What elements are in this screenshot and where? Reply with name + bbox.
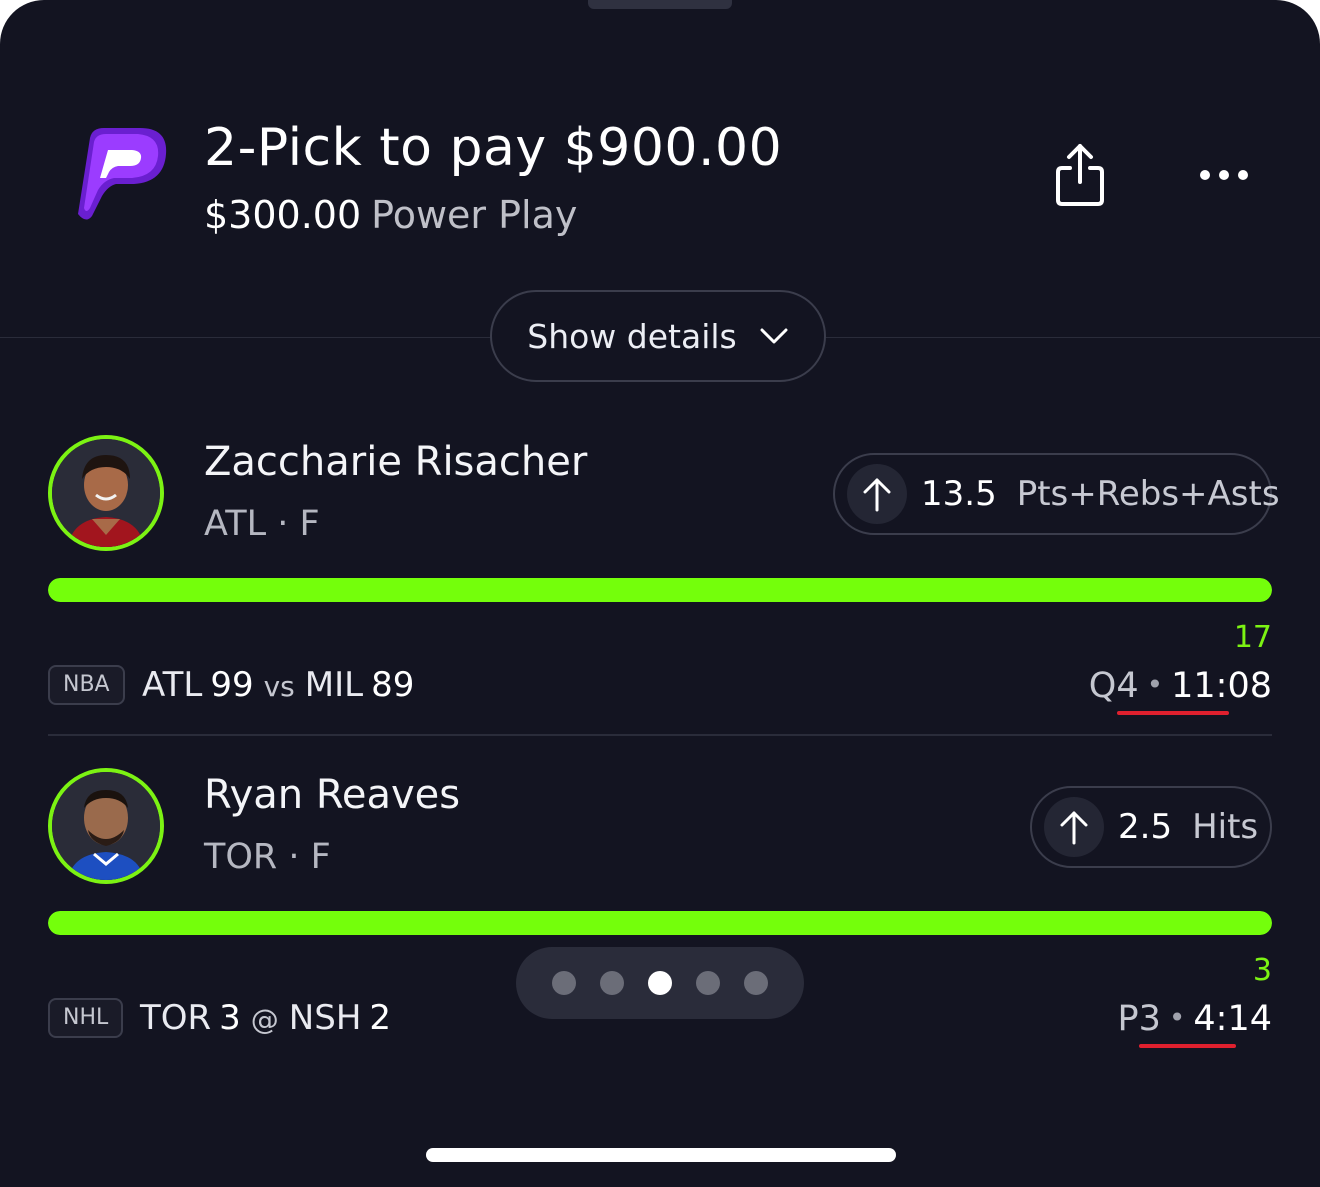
- matchup-separator: @: [250, 1003, 279, 1036]
- sheet-grabber[interactable]: [588, 0, 732, 9]
- away-score: 89: [371, 665, 415, 705]
- player-avatar: [48, 768, 164, 884]
- pick-line-value: 13.5: [921, 474, 997, 514]
- live-underline: [1117, 711, 1229, 715]
- pick-stat: Pts+Rebs+Asts: [1016, 474, 1280, 514]
- play-type: Power Play: [371, 193, 578, 237]
- player-name: Zaccharie Risacher: [204, 439, 588, 485]
- pick-line-pill[interactable]: 2.5 Hits: [1030, 786, 1272, 868]
- more-icon: [1200, 170, 1248, 180]
- clock-separator: •: [1146, 668, 1164, 701]
- show-details-button[interactable]: Show details: [490, 290, 826, 382]
- pick-line-pill[interactable]: 13.5 Pts+Rebs+Asts: [833, 453, 1280, 535]
- player-avatar: [48, 435, 164, 551]
- pick-divider: [48, 734, 1272, 736]
- arrow-up-icon: [1044, 797, 1104, 857]
- home-score: 3: [219, 998, 241, 1038]
- current-stat-value: 3: [1252, 953, 1272, 988]
- entry-summary: $300.00 Power Play: [204, 188, 577, 242]
- chevron-down-icon: [760, 328, 788, 344]
- matchup-separator: vs: [263, 670, 295, 703]
- page-title: 2-Pick to pay $900.00: [204, 118, 783, 178]
- home-team: TOR: [140, 998, 212, 1038]
- game-clock: Q4 • 11:08: [1089, 660, 1272, 711]
- show-details-label: Show details: [527, 316, 737, 356]
- progress-bar: [48, 911, 1272, 935]
- game-score: ATL 99 vs MIL 89: [142, 660, 414, 712]
- away-team: MIL: [304, 665, 364, 705]
- page-dot[interactable]: [648, 971, 672, 995]
- prizepicks-logo-icon: [68, 124, 172, 224]
- page-dot[interactable]: [600, 971, 624, 995]
- progress-bar: [48, 578, 1272, 602]
- pick-stat: Hits: [1192, 807, 1259, 847]
- game-time: 4:14: [1193, 999, 1272, 1039]
- pick-line-value: 2.5: [1118, 807, 1173, 847]
- arrow-up-icon: [847, 464, 907, 524]
- page-indicator: [516, 947, 804, 1019]
- entry-amount: $300.00: [204, 193, 362, 237]
- away-score: 2: [369, 998, 392, 1038]
- more-button[interactable]: [1194, 158, 1254, 192]
- league-badge: NBA: [48, 665, 125, 705]
- home-indicator[interactable]: [426, 1148, 896, 1162]
- progress-bar-fill: [48, 911, 1272, 935]
- live-underline: [1139, 1044, 1236, 1048]
- game-period: P3: [1117, 999, 1161, 1039]
- clock-separator: •: [1168, 1001, 1186, 1034]
- bottom-sheet: 2-Pick to pay $900.00 $300.00 Power Play …: [0, 0, 1320, 1187]
- home-team: ATL: [142, 665, 203, 705]
- player-team-position: ATL · F: [204, 504, 320, 544]
- away-team: NSH: [288, 998, 362, 1038]
- share-button[interactable]: [1050, 142, 1110, 208]
- player-team-position: TOR · F: [204, 837, 331, 877]
- home-score: 99: [210, 665, 254, 705]
- page-dot[interactable]: [552, 971, 576, 995]
- page-dot[interactable]: [696, 971, 720, 995]
- game-score: TOR 3 @ NSH 2: [140, 993, 391, 1045]
- progress-bar-fill: [48, 578, 1272, 602]
- share-icon: [1056, 144, 1104, 206]
- league-badge: NHL: [48, 998, 124, 1038]
- game-time: 11:08: [1171, 666, 1272, 706]
- page-dot[interactable]: [744, 971, 768, 995]
- game-clock: P3 • 4:14: [1118, 993, 1273, 1044]
- current-stat-value: 17: [1233, 620, 1272, 655]
- player-name: Ryan Reaves: [204, 772, 461, 818]
- game-period: Q4: [1088, 666, 1139, 706]
